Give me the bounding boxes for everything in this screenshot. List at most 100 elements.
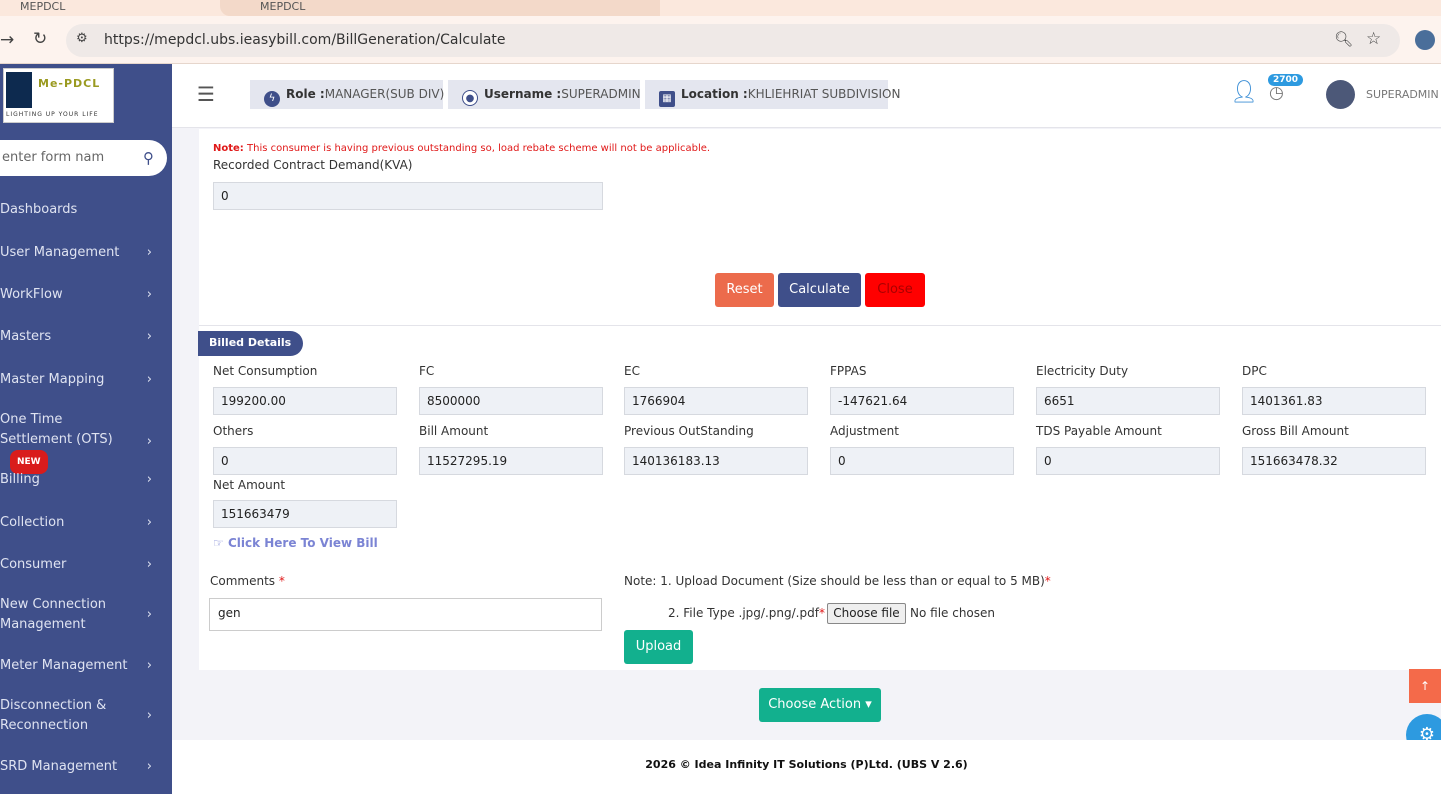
field-label: Others — [213, 424, 254, 438]
sidebar-item-label: Collection — [0, 515, 65, 530]
upload-note-1: Note: 1. Upload Document (Size should be… — [624, 574, 1051, 588]
browser-tab[interactable]: MEPDCL — [0, 0, 65, 13]
field-input[interactable]: 8500000 — [419, 387, 603, 415]
sidebar-item-collection[interactable]: Collection › — [0, 513, 172, 533]
choose-file-button[interactable]: Choose file — [827, 603, 906, 624]
chevron-right-icon: › — [146, 708, 152, 723]
bolt-icon: ϟ — [264, 91, 280, 107]
chevron-right-icon: › — [146, 658, 152, 673]
field-input[interactable]: -147621.64 — [830, 387, 1014, 415]
sidebar-item-master-mapping[interactable]: Master Mapping › — [0, 370, 172, 390]
chevron-right-icon: › — [146, 329, 152, 344]
clock-icon[interactable]: ◷ — [1269, 83, 1284, 103]
url-input[interactable]: https://mepdcl.ubs.ieasybill.com/BillGen… — [66, 24, 1400, 57]
chevron-right-icon: › — [146, 515, 152, 530]
location-badge: ▦ Location :KHLIEHRIAT SUBDIVISION — [645, 80, 900, 109]
close-button[interactable]: Close — [865, 273, 925, 307]
field-input[interactable]: 1401361.83 — [1242, 387, 1426, 415]
search-icon[interactable]: ⚲ — [143, 149, 154, 167]
scroll-top-button[interactable]: ↑ — [1409, 669, 1441, 703]
sidebar-item-workflow[interactable]: WorkFlow › — [0, 285, 172, 305]
sidebar-item-label: Consumer — [0, 557, 67, 572]
building-icon: ▦ — [659, 91, 675, 107]
field-input[interactable]: 151663479 — [213, 500, 397, 528]
chevron-right-icon: › — [146, 557, 152, 572]
view-bill-link[interactable]: ☞ Click Here To View Bill — [213, 536, 378, 550]
calculate-button[interactable]: Calculate — [778, 273, 861, 307]
sidebar-search-input[interactable]: enter form nam — [0, 140, 167, 176]
sidebar-item-label: New Connection Management — [0, 597, 107, 632]
site-settings-icon[interactable]: ⚙ — [76, 31, 88, 46]
field-input[interactable]: 199200.00 — [213, 387, 397, 415]
divider — [199, 325, 1441, 326]
field-label: EC — [624, 364, 640, 378]
billed-details-title: Billed Details — [198, 331, 304, 356]
sidebar-item-user-management[interactable]: User Management › — [0, 243, 172, 263]
logo: Me-PDCL LIGHTING UP YOUR LIFE — [3, 68, 114, 123]
chevron-right-icon: › — [146, 759, 152, 774]
upload-note-2: 2. File Type .jpg/.png/.pdf* — [668, 606, 825, 620]
field-input[interactable]: 0 — [1036, 447, 1220, 475]
sidebar-item-label: One Time Settlement (OTS) — [0, 412, 113, 447]
rebate-note: Note: This consumer is having previous o… — [213, 143, 711, 154]
browser-tab-strip — [0, 0, 1441, 16]
comments-label: Comments * — [210, 574, 285, 588]
chevron-right-icon: › — [146, 287, 152, 302]
field-label: FPPAS — [830, 364, 867, 378]
field-label: Bill Amount — [419, 424, 489, 438]
chevron-right-icon: › — [146, 472, 152, 487]
sidebar-item-dashboards[interactable]: Dashboards — [0, 200, 172, 220]
field-input[interactable]: 0 — [213, 447, 397, 475]
upload-button[interactable]: Upload — [624, 630, 693, 664]
logo-tagline: LIGHTING UP YOUR LIFE — [6, 111, 99, 118]
sidebar-item-label: Meter Management — [0, 658, 128, 673]
sidebar-item-label: Masters — [0, 329, 52, 344]
field-label: Gross Bill Amount — [1242, 424, 1349, 438]
user-circle-icon: ● — [462, 90, 478, 106]
rcd-input[interactable]: 0 — [213, 182, 603, 210]
field-input[interactable]: 11527295.19 — [419, 447, 603, 475]
forward-icon[interactable]: → — [0, 30, 14, 50]
sidebar-item-ots[interactable]: One Time Settlement (OTS)NEW › — [0, 410, 172, 474]
field-label: DPC — [1242, 364, 1267, 378]
field-input[interactable]: 6651 — [1036, 387, 1220, 415]
field-label: Net Consumption — [213, 364, 318, 378]
sidebar-item-new-connection[interactable]: New Connection Management › — [0, 595, 172, 635]
chevron-right-icon: › — [146, 372, 152, 387]
user-switch-icon[interactable]: 👤︎ — [1230, 80, 1258, 105]
field-label: Net Amount — [213, 478, 286, 492]
sidebar-item-meter-management[interactable]: Meter Management › — [0, 656, 172, 676]
rcd-label: Recorded Contract Demand(KVA) — [213, 158, 413, 172]
choose-action-dropdown[interactable]: Choose Action ▾ — [759, 688, 881, 722]
browser-tab-active[interactable]: MEPDCL — [220, 0, 660, 16]
field-input[interactable]: 140136183.13 — [624, 447, 808, 475]
bookmark-star-icon[interactable]: ☆ — [1366, 29, 1381, 49]
sidebar-item-label: Master Mapping — [0, 372, 105, 387]
chevron-right-icon: › — [146, 245, 152, 260]
chevron-right-icon: › — [146, 434, 152, 449]
footer: 2026 © Idea Infinity IT Solutions (P)Ltd… — [172, 740, 1441, 794]
field-input[interactable]: 1766904 — [624, 387, 808, 415]
sidebar-item-disconnection[interactable]: Disconnection & Reconnection › — [0, 696, 172, 736]
username-badge: ● Username :SUPERADMIN — [448, 80, 641, 109]
sidebar-item-label: User Management — [0, 245, 120, 260]
sidebar-item-label: Disconnection & Reconnection — [0, 698, 107, 733]
field-input[interactable]: 0 — [830, 447, 1014, 475]
hamburger-menu-icon[interactable]: ☰ — [197, 82, 215, 106]
profile-avatar[interactable] — [1415, 30, 1435, 50]
reload-icon[interactable]: ↻ — [33, 29, 47, 49]
sidebar-item-srd-management[interactable]: SRD Management › — [0, 757, 172, 777]
zoom-icon[interactable]: 🔍︎ — [1334, 30, 1353, 48]
reset-button[interactable]: Reset — [715, 273, 774, 307]
sidebar-item-billing[interactable]: Billing › — [0, 470, 172, 490]
notification-count-badge: 2700 — [1268, 74, 1304, 86]
sidebar-item-masters[interactable]: Masters › — [0, 327, 172, 347]
user-name[interactable]: SUPERADMIN — [1366, 88, 1439, 101]
comments-input[interactable]: gen — [209, 598, 602, 631]
logo-text: Me-PDCL — [38, 77, 101, 90]
sidebar-item-consumer[interactable]: Consumer › — [0, 555, 172, 575]
user-avatar[interactable] — [1326, 80, 1355, 109]
role-badge: ϟ Role :MANAGER(SUB DIV) — [250, 80, 444, 109]
no-file-text: No file chosen — [910, 606, 996, 620]
field-input[interactable]: 151663478.32 — [1242, 447, 1426, 475]
